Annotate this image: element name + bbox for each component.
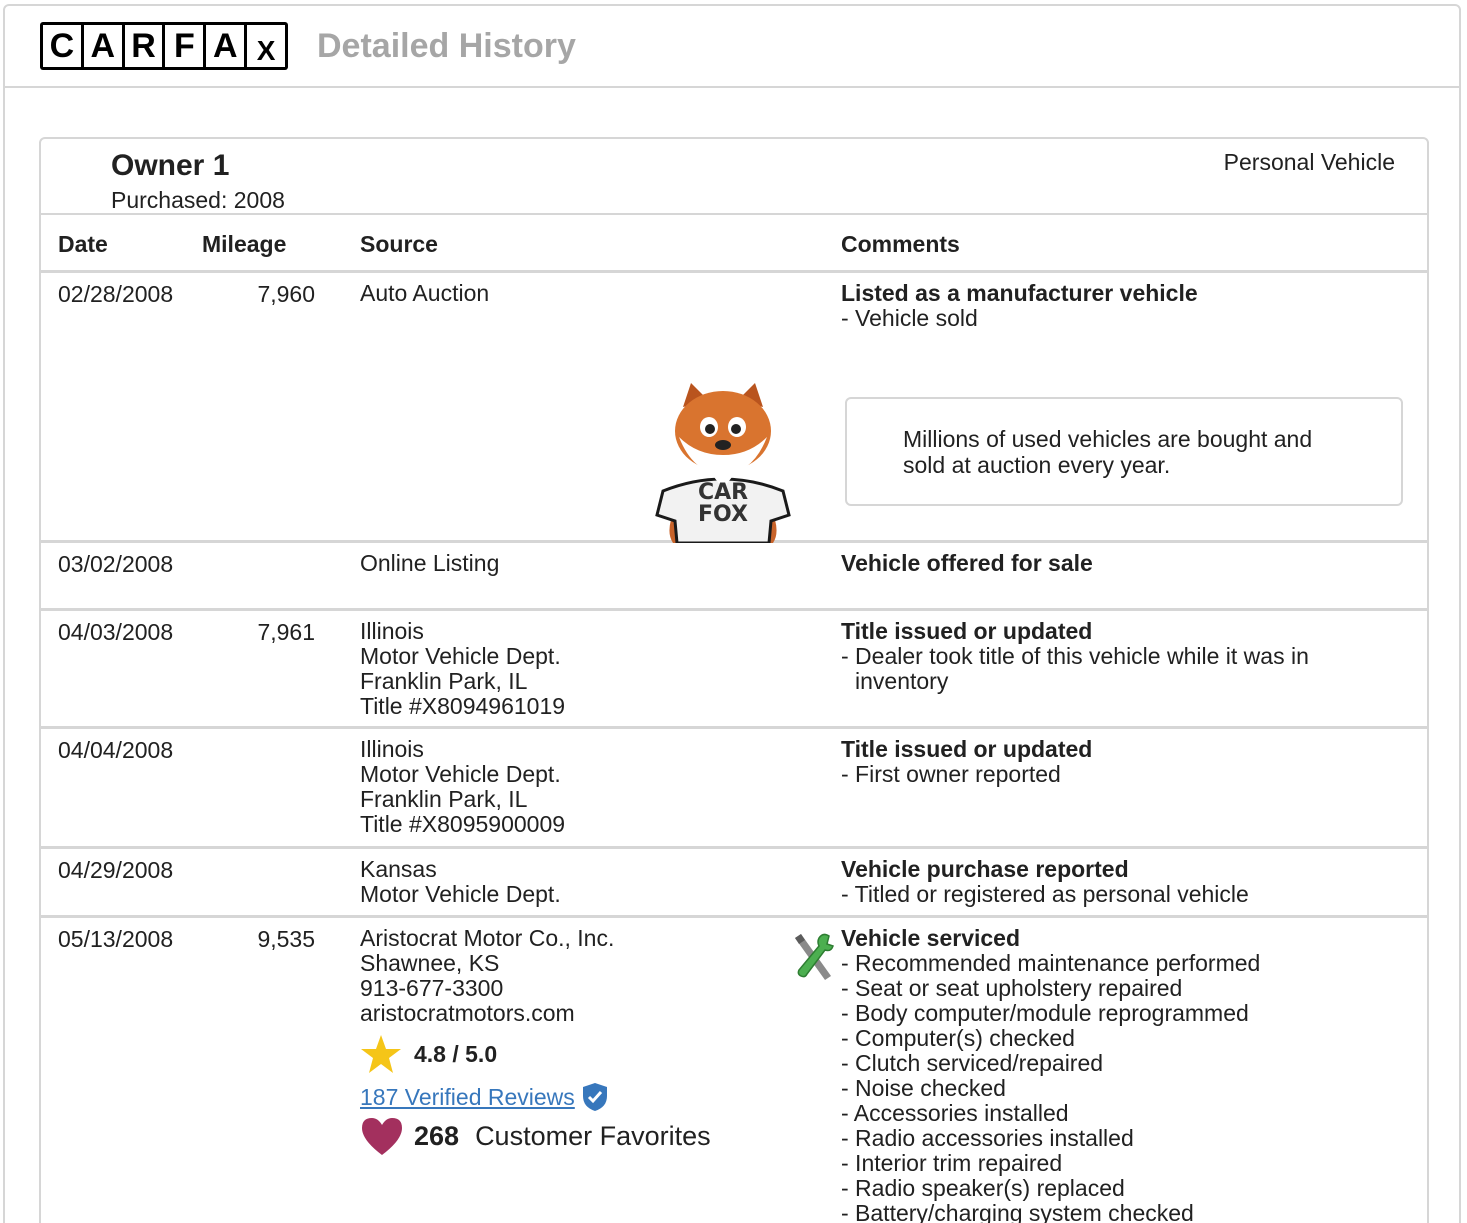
source-line: Franklin Park, IL [360,668,528,694]
record-date: 05/13/2008 [58,926,174,952]
comment-item: - Titled or registered as personal vehic… [841,881,1249,907]
record-source: Auto Auction [360,281,489,306]
comment-item: - Recommended maintenance performed [841,950,1261,976]
verified-reviews: 187 Verified Reviews [360,1082,711,1112]
report-header: C A R F A X Detailed History [5,6,1459,88]
owner-card: Owner 1 Purchased: 2008 Personal Vehicle… [39,137,1429,1223]
customer-favorites: 268 Customer Favorites [360,1116,711,1156]
source-line: Kansas [360,856,437,882]
rating-value: 4.8 / 5.0 [414,1040,498,1067]
comment-item: - Body computer/module reprogrammed [841,1000,1249,1026]
source-line: Motor Vehicle Dept. [360,643,561,669]
table-row: 02/28/2008 7,960 Auto Auction Listed as … [41,273,1427,543]
record-mileage: 7,960 [257,281,315,307]
source-line: Illinois [360,618,424,644]
comment-item: - Interior trim repaired [841,1150,1063,1176]
record-source: Illinois Motor Vehicle Dept. Franklin Pa… [360,619,565,719]
comment-item: - Radio accessories installed [841,1125,1134,1151]
table-header: Date Mileage Source Comments [41,213,1427,273]
record-date: 04/04/2008 [58,737,174,763]
table-row: 05/13/2008 9,535 Aristocrat Motor Co., I… [41,918,1427,1223]
record-source: Online Listing [360,551,499,576]
carfox-mascot-icon: CAR FOX [655,383,791,543]
table-row: 03/02/2008 Online Listing Vehicle offere… [41,543,1427,611]
record-mileage: 9,535 [257,926,315,952]
column-header-mileage: Mileage [202,231,287,257]
service-wrench-icon [795,933,834,980]
record-comments: Vehicle offered for sale [841,551,1401,576]
dealer-phone: 913-677-3300 [360,975,504,1001]
favorites-label: Customer Favorites [475,1120,711,1151]
table-row: 04/29/2008 Kansas Motor Vehicle Dept. Ve… [41,849,1427,918]
source-line: Title #X8094961019 [360,693,566,719]
svg-text:FOX: FOX [698,502,748,527]
comment-item: - Battery/charging system checked [841,1200,1194,1223]
auction-tip-box: Millions of used vehicles are bought and… [845,397,1403,506]
record-source: Aristocrat Motor Co., Inc. Shawnee, KS 9… [360,926,711,1156]
source-line: Title #X8095900009 [360,811,566,837]
comment-item: - Seat or seat upholstery repaired [841,975,1183,1001]
owner-purchased: Purchased: 2008 [111,187,285,213]
comment-headline: Vehicle offered for sale [841,550,1093,576]
auction-tip-text: Millions of used vehicles are bought and… [903,426,1313,478]
column-header-comments: Comments [841,231,960,257]
comment-item: - First owner reported [841,761,1061,787]
comment-item: - Radio speaker(s) replaced [841,1175,1125,1201]
report-frame: C A R F A X Detailed History Owner 1 Pur… [3,4,1461,1223]
table-row: 04/03/2008 7,961 Illinois Motor Vehicle … [41,611,1427,729]
logo-letter: A [206,25,245,67]
record-comments: Title issued or updated - First owner re… [841,737,1401,787]
heart-icon [362,1118,402,1155]
star-icon [361,1035,401,1073]
dealer-name: Aristocrat Motor Co., Inc. [360,925,615,951]
page-title: Detailed History [317,27,576,65]
logo-letter: X [247,25,285,67]
record-comments: Title issued or updated - Dealer took ti… [841,619,1401,694]
comment-item: - Computer(s) checked [841,1025,1075,1051]
verified-shield-icon [582,1083,607,1111]
source-line: Online Listing [360,550,500,576]
record-comments: Vehicle serviced - Recommended maintenan… [841,926,1401,1223]
record-comments: Vehicle purchase reported - Titled or re… [841,857,1401,907]
source-line: Franklin Park, IL [360,786,528,812]
record-date: 04/03/2008 [58,619,174,645]
verified-reviews-link[interactable]: 187 Verified Reviews [360,1084,575,1110]
favorites-count: 268 [414,1120,460,1151]
logo-letter: A [83,25,122,67]
record-source: Illinois Motor Vehicle Dept. Franklin Pa… [360,737,565,837]
record-source: Kansas Motor Vehicle Dept. [360,857,561,907]
record-date: 04/29/2008 [58,857,174,883]
logo-letter: F [165,25,204,67]
record-date: 02/28/2008 [58,281,174,307]
source-line: Auto Auction [360,280,490,306]
comment-item: - Accessories installed [841,1100,1069,1126]
table-row: 04/04/2008 Illinois Motor Vehicle Dept. … [41,729,1427,849]
dealer-website: aristocratmotors.com [360,1000,575,1026]
comment-item: - Dealer took title of this vehicle whil… [841,643,1309,694]
source-line: Motor Vehicle Dept. [360,761,561,787]
logo-letter: C [43,25,81,67]
owner-title: Owner 1 [111,149,230,182]
comment-item: - Vehicle sold [841,305,978,331]
owner-vehicle-type: Personal Vehicle [1223,149,1395,175]
comment-headline: Vehicle serviced [841,925,1021,951]
record-comments: Listed as a manufacturer vehicle - Vehic… [841,281,1401,331]
record-date: 03/02/2008 [58,551,174,577]
comment-headline: Title issued or updated [841,618,1093,644]
dealer-location: Shawnee, KS [360,950,500,976]
comment-item: - Clutch serviced/repaired [841,1050,1104,1076]
dealer-rating: 4.8 / 5.0 [360,1034,711,1074]
logo-letter: R [124,25,163,67]
column-header-date: Date [58,231,108,257]
source-line: Motor Vehicle Dept. [360,881,561,907]
comment-item: - Noise checked [841,1075,1006,1101]
comment-headline: Title issued or updated [841,736,1093,762]
carfax-logo: C A R F A X [40,22,288,70]
source-line: Illinois [360,736,424,762]
comment-headline: Vehicle purchase reported [841,856,1129,882]
record-mileage: 7,961 [257,619,315,645]
comment-headline: Listed as a manufacturer vehicle [841,280,1198,306]
column-header-source: Source [360,231,438,257]
